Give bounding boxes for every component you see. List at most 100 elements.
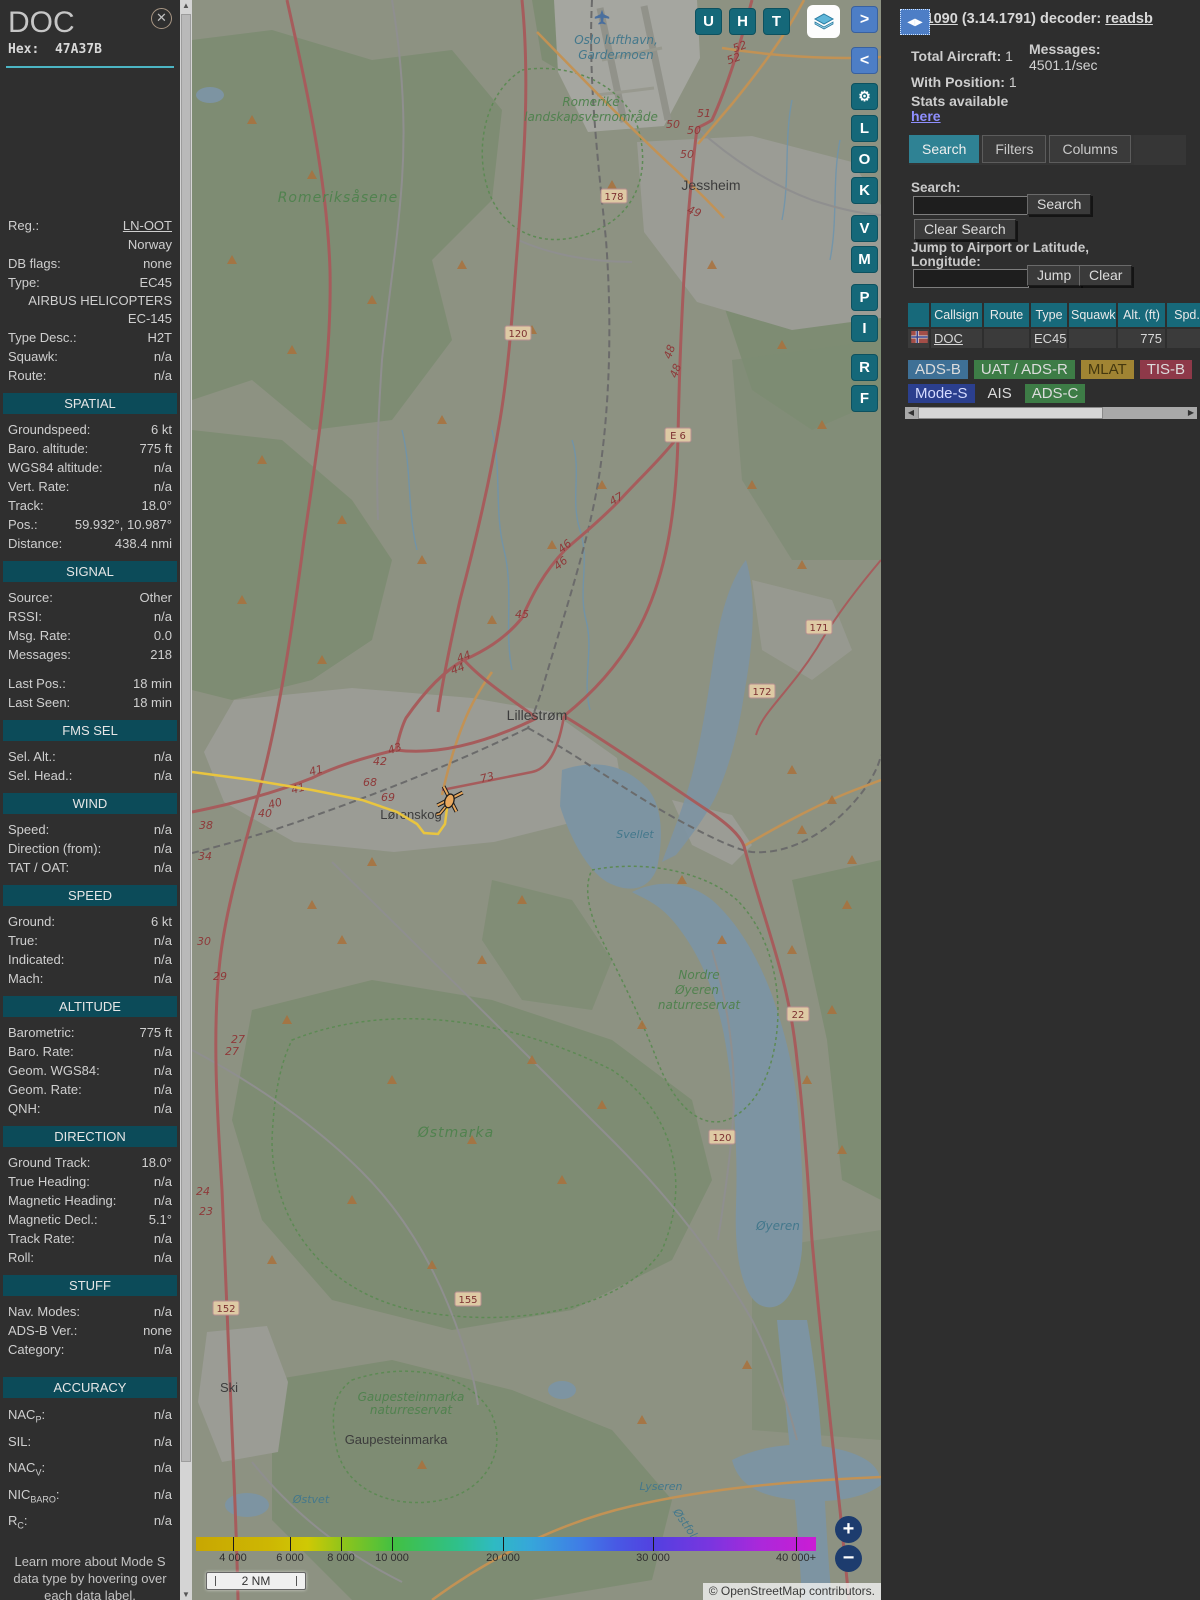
hscroll-thumb[interactable] [918, 407, 1103, 419]
data-value: n/a [154, 1457, 172, 1484]
road-number: 50 [680, 148, 694, 161]
callsign-link[interactable]: DOC [934, 331, 963, 346]
data-label: DB flags: [8, 254, 61, 273]
clear-search-button[interactable]: Clear Search [914, 219, 1016, 240]
data-value: n/a [154, 366, 172, 385]
layers-button[interactable] [807, 5, 840, 38]
panel-collapse-button[interactable]: ◀▶ [900, 9, 930, 35]
registration-link[interactable]: LN-OOT [123, 216, 172, 235]
map-button-t[interactable]: T [763, 8, 790, 35]
map-button-u[interactable]: U [695, 8, 722, 35]
data-label: Magnetic Heading: [8, 1191, 116, 1210]
map-toggle-v-button[interactable]: V [851, 215, 878, 242]
stats-here-link[interactable]: here [911, 108, 941, 124]
peak-icon [827, 795, 837, 804]
map-toggle-o-button[interactable]: O [851, 146, 878, 173]
column-header-Route[interactable]: Route [984, 303, 1029, 327]
legend-ais[interactable]: AIS [981, 384, 1019, 403]
data-row: Msg. Rate:0.0 [8, 626, 172, 645]
data-row: Type:EC45 [8, 273, 172, 292]
scroll-right-icon[interactable]: ▶ [1185, 407, 1197, 419]
place-label: naturreservat [370, 1403, 454, 1417]
map-toggle-f-button[interactable]: F [851, 385, 878, 412]
table-horizontal-scrollbar[interactable]: ◀ ▶ [905, 407, 1197, 419]
data-value: n/a [154, 1061, 172, 1080]
tab-search[interactable]: Search [909, 135, 979, 163]
road-number: 68 [363, 776, 377, 789]
data-label: Source: [8, 588, 53, 607]
map-attribution[interactable]: © OpenStreetMap contributors. [703, 1583, 881, 1600]
scroll-up-icon[interactable]: ▲ [180, 1, 192, 10]
tab-columns[interactable]: Columns [1049, 135, 1130, 163]
data-row: True:n/a [8, 931, 172, 950]
legend-tis-b[interactable]: TIS-B [1140, 360, 1192, 379]
settings-gear-icon-button[interactable]: ⚙ [851, 83, 878, 110]
data-label: QNH: [8, 1099, 41, 1118]
aircraft-detail-panel: DOC ✕ Hex: 47A37B Reg.:LN-OOTNorwayDB fl… [0, 0, 180, 1600]
close-icon[interactable]: ✕ [151, 8, 172, 29]
jump-button[interactable]: Jump [1027, 265, 1081, 286]
map[interactable]: 178120E 617117222120155152 5252515050504… [192, 0, 881, 1600]
road-badge-label: E 6 [670, 431, 686, 442]
zoom-out-button[interactable]: − [835, 1545, 862, 1572]
tab-filters[interactable]: Filters [982, 135, 1046, 163]
column-header-Spd.[interactable]: Spd. [1167, 303, 1200, 327]
road-number: 45 [515, 608, 529, 621]
peak-icon [847, 855, 857, 864]
sidebar-scrollbar[interactable]: ▲ ▼ [180, 0, 192, 1600]
jump-input[interactable] [913, 269, 1029, 288]
search-input[interactable] [913, 196, 1029, 215]
scroll-down-icon[interactable]: ▼ [180, 1590, 192, 1599]
colorbar-tick [341, 1537, 342, 1551]
peak-icon [787, 945, 797, 954]
data-label: Track Rate: [8, 1229, 75, 1248]
place-label: Øyeren [674, 983, 719, 997]
column-header-Alt. (ft)[interactable]: Alt. (ft) [1118, 303, 1165, 327]
data-value: none [143, 254, 172, 273]
aircraft-photo-placeholder [8, 68, 172, 216]
map-toggle-i-button[interactable]: I [851, 315, 878, 342]
legend-mlat[interactable]: MLAT [1081, 360, 1134, 379]
legend-mode-s[interactable]: Mode-S [908, 384, 975, 403]
search-button[interactable]: Search [1027, 194, 1091, 215]
data-row: NACV:n/a [8, 1457, 172, 1484]
sidebar-scrollbar-thumb[interactable] [181, 14, 191, 1462]
data-row: Last Pos.:18 min [8, 674, 172, 693]
data-row: Direction (from):n/a [8, 839, 172, 858]
scroll-left-icon[interactable]: ◀ [905, 407, 917, 419]
legend-ads-b[interactable]: ADS-B [908, 360, 968, 379]
map-toggle-r-button[interactable]: R [851, 354, 878, 381]
row-gap [8, 1359, 172, 1369]
table-cell: 775 [1118, 329, 1165, 348]
jump-clear-button[interactable]: Clear [1079, 265, 1132, 286]
data-value: n/a [154, 839, 172, 858]
panel-collapse-button[interactable]: < [851, 47, 878, 74]
column-header-flag[interactable] [908, 303, 929, 327]
legend-uat-ads-r[interactable]: UAT / ADS-R [974, 360, 1075, 379]
map-toggle-k-button[interactable]: K [851, 177, 878, 204]
column-header-Callsign[interactable]: Callsign [931, 303, 982, 327]
data-row: Route:n/a [8, 366, 172, 385]
place-label: Gaupesteinmarka [358, 1390, 465, 1404]
data-row: Roll:n/a [8, 1248, 172, 1267]
table-row[interactable]: DOCEC45775 [908, 329, 1200, 348]
map-toggle-p-button[interactable]: P [851, 284, 878, 311]
map-toggle-l-button[interactable]: L [851, 115, 878, 142]
data-label: Roll: [8, 1248, 34, 1267]
column-header-Type[interactable]: Type [1031, 303, 1067, 327]
readsb-link[interactable]: readsb [1105, 11, 1153, 27]
place-label: Lyseren [639, 1480, 682, 1493]
data-row: Last Seen:18 min [8, 693, 172, 712]
map-button-h[interactable]: H [729, 8, 756, 35]
zoom-in-button[interactable]: + [835, 1516, 862, 1543]
data-row: RSSI:n/a [8, 607, 172, 626]
data-value: n/a [154, 347, 172, 366]
data-label: Last Seen: [8, 693, 70, 712]
map-toggle-m-button[interactable]: M [851, 246, 878, 273]
callsign-cell[interactable]: DOC [931, 329, 982, 348]
legend-ads-c[interactable]: ADS-C [1025, 384, 1086, 403]
panel-expand-button[interactable]: > [851, 6, 878, 33]
data-row: Reg.:LN-OOT [8, 216, 172, 235]
column-header-Squawk[interactable]: Squawk [1069, 303, 1116, 327]
road-number: 42 [373, 755, 387, 768]
